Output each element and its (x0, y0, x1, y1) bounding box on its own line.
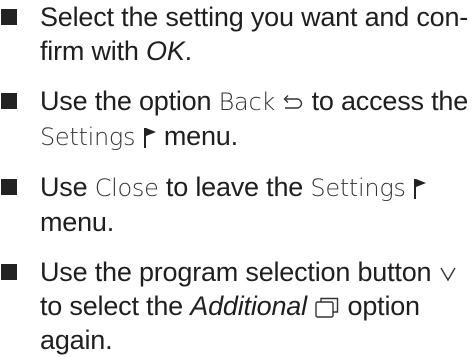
step-2-text-3: menu. (156, 121, 238, 151)
instruction-step-4: Use the program selection button to sele… (0, 255, 473, 357)
instruction-list: Select the setting you want and con- fir… (0, 0, 473, 357)
close-option-label: Close (94, 174, 159, 202)
step-1-text-2: firm with (40, 36, 147, 66)
square-bullet-icon (1, 179, 17, 195)
step-1-text-1: Select the setting you want and con- (40, 2, 469, 32)
step-3-text-1: Use (40, 172, 95, 202)
settings-menu-label: Settings (40, 123, 136, 151)
step-3-text-2: to leave the (158, 172, 311, 202)
step-4-text-2: to select the (40, 291, 191, 321)
step-4-text-4: again. (40, 325, 113, 355)
ok-term: OK (146, 36, 185, 66)
flag-icon (143, 127, 157, 149)
flag-icon (413, 178, 427, 200)
instruction-step-3: Use Close to leave the Settings menu. (0, 170, 473, 239)
back-arrow-icon (282, 94, 304, 112)
step-4-text-3: option (340, 291, 421, 321)
step-3-text-3: menu. (40, 207, 115, 237)
additional-window-icon (314, 296, 340, 320)
square-bullet-icon (1, 9, 17, 25)
step-4-text-1: Use the program selection button (40, 257, 432, 287)
instruction-step-2: Use the option Back to access the Settin… (0, 84, 473, 154)
settings-menu-label: Settings (310, 174, 406, 202)
square-bullet-icon (1, 264, 17, 280)
step-2-text-2: to access the (304, 86, 469, 116)
back-option-label: Back (218, 88, 276, 116)
instruction-step-1: Select the setting you want and con- fir… (0, 0, 473, 68)
additional-term: Additional (190, 291, 307, 321)
step-2-text-1: Use the option (40, 86, 219, 116)
step-1-text-3: . (184, 36, 193, 66)
square-bullet-icon (1, 93, 17, 109)
chevron-down-icon (439, 266, 457, 282)
